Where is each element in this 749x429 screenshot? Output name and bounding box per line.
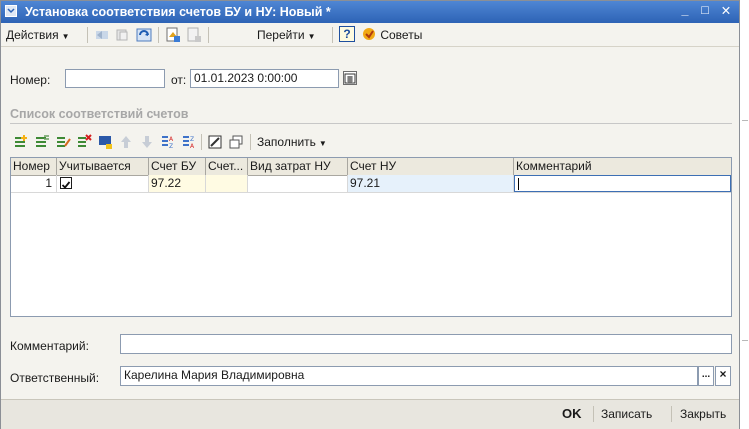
considered-checkbox[interactable] <box>60 177 72 189</box>
unpost-document-icon[interactable] <box>186 27 202 43</box>
title-bar[interactable]: Установка соответствия счетов БУ и НУ: Н… <box>1 1 739 23</box>
svg-text:Z: Z <box>169 143 173 150</box>
toolbar-separator <box>208 27 209 43</box>
column-header-cost-type-nu[interactable]: Вид затрат НУ <box>248 158 348 175</box>
edge-mark <box>742 120 748 121</box>
comment-field[interactable] <box>120 334 732 354</box>
cell-number[interactable]: 1 <box>11 175 57 192</box>
clear-responsible-button[interactable]: × <box>715 366 731 386</box>
window-copy-icon[interactable] <box>228 134 244 150</box>
move-up-icon[interactable] <box>118 134 134 150</box>
column-header-account-bu[interactable]: Счет БУ <box>149 158 206 175</box>
toolbar-separator <box>87 27 88 43</box>
ok-button[interactable]: OK <box>562 406 582 422</box>
goto-menu[interactable]: Перейти ▼ <box>257 27 315 43</box>
chevron-down-icon: ▼ <box>318 139 327 148</box>
add-row-icon[interactable] <box>13 134 29 150</box>
copy-icon[interactable] <box>114 27 130 43</box>
document-icon <box>5 5 17 17</box>
goto-menu-label: Перейти <box>257 28 305 42</box>
close-button[interactable]: ✕ <box>717 3 735 21</box>
date-value: 01.01.2023 0:00:00 <box>194 71 298 85</box>
close-form-button[interactable]: Закрыть <box>680 406 726 422</box>
table-header: Номер Учитывается Счет БУ Счет... Вид за… <box>11 158 731 176</box>
chevron-down-icon: ▼ <box>61 32 70 41</box>
section-divider <box>10 123 732 124</box>
footer-bar: OK Записать Закрыть <box>1 399 739 429</box>
edit-row-icon[interactable] <box>55 134 71 150</box>
text-cursor <box>518 178 519 190</box>
background-window-edge <box>740 0 749 429</box>
responsible-field[interactable]: Карелина Мария Владимировна <box>120 366 698 386</box>
cell-account-nu[interactable]: 97.21 <box>348 175 514 192</box>
actions-menu[interactable]: Действия ▼ <box>6 27 70 43</box>
refresh-icon[interactable] <box>136 27 152 43</box>
svg-text:A: A <box>169 136 174 143</box>
toolbar-separator <box>332 27 333 43</box>
calendar-icon[interactable] <box>343 71 357 85</box>
accounts-table[interactable]: Номер Учитывается Счет БУ Счет... Вид за… <box>10 157 732 317</box>
tips-icon <box>363 28 375 40</box>
number-field[interactable] <box>65 69 165 88</box>
help-button[interactable]: ? <box>339 26 355 42</box>
responsible-value: Карелина Мария Владимировна <box>124 368 305 382</box>
copy-row-icon[interactable] <box>34 134 50 150</box>
go-back-icon[interactable] <box>94 27 110 43</box>
column-header-number[interactable]: Номер <box>11 158 57 175</box>
date-field[interactable]: 01.01.2023 0:00:00 <box>190 69 339 88</box>
fill-menu[interactable]: Заполнить ▼ <box>257 134 327 150</box>
actions-menu-label: Действия <box>6 28 59 42</box>
sort-ascending-icon[interactable]: AZ <box>160 134 176 150</box>
column-header-account-extra[interactable]: Счет... <box>206 158 248 175</box>
settings-icon[interactable] <box>207 134 223 150</box>
column-header-considered[interactable]: Учитывается <box>57 158 149 175</box>
column-header-account-nu[interactable]: Счет НУ <box>348 158 514 175</box>
edge-mark <box>742 340 748 341</box>
checkmark-icon <box>61 181 71 189</box>
cell-account-bu[interactable]: 97.22 <box>149 175 206 192</box>
chevron-down-icon: ▼ <box>307 32 316 41</box>
maximize-button[interactable]: □ <box>696 3 714 21</box>
sort-descending-icon[interactable]: ZA <box>181 134 197 150</box>
document-window: Установка соответствия счетов БУ и НУ: Н… <box>0 0 740 429</box>
toolbar-separator <box>158 27 159 43</box>
cell-account-extra[interactable] <box>206 175 248 192</box>
move-down-icon[interactable] <box>139 134 155 150</box>
footer-separator <box>671 406 672 422</box>
save-button[interactable]: Записать <box>601 406 652 422</box>
responsible-label: Ответственный: <box>10 371 100 385</box>
section-title: Список соответствий счетов <box>10 107 189 121</box>
minimize-button[interactable]: _ <box>676 3 694 21</box>
column-header-comment[interactable]: Комментарий <box>514 158 731 175</box>
number-label: Номер: <box>10 73 51 87</box>
post-document-icon[interactable] <box>165 27 181 43</box>
select-responsible-button[interactable]: ... <box>698 366 714 386</box>
tips-button[interactable]: Советы <box>362 27 422 43</box>
comment-label: Комментарий: <box>10 339 89 353</box>
table-row[interactable]: 1 97.22 97.21 <box>11 175 731 193</box>
window-title: Установка соответствия счетов БУ и НУ: Н… <box>25 5 331 19</box>
cell-comment[interactable] <box>514 175 731 192</box>
svg-text:Z: Z <box>190 136 194 143</box>
cell-considered[interactable] <box>57 175 149 192</box>
svg-text:A: A <box>190 143 195 150</box>
table-toolbar: AZ ZA Заполнить ▼ <box>10 132 732 152</box>
delete-row-icon[interactable] <box>76 134 92 150</box>
cell-cost-type-nu[interactable] <box>248 175 348 192</box>
main-toolbar: Действия ▼ Перейти ▼ ? Советы <box>1 24 739 47</box>
date-label: от: <box>171 73 187 87</box>
end-edit-icon[interactable] <box>97 134 113 150</box>
toolbar-separator <box>250 134 251 150</box>
tips-label: Советы <box>380 28 423 42</box>
toolbar-separator <box>201 134 202 150</box>
fill-menu-label: Заполнить <box>257 135 316 149</box>
footer-separator <box>593 406 594 422</box>
